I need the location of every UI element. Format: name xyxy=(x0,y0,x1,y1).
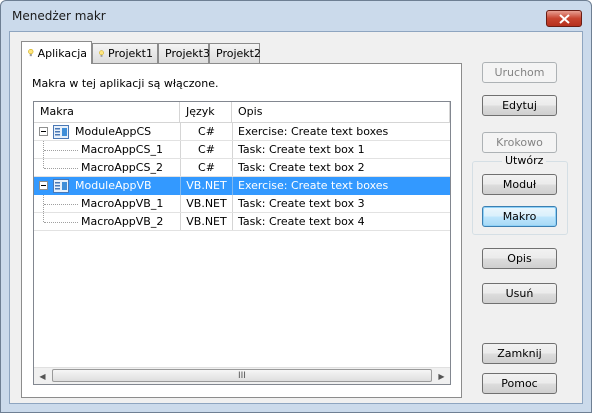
scroll-left-icon[interactable]: ◀ xyxy=(34,368,51,384)
macro-language: VB.NET xyxy=(180,213,232,231)
tab-projekt1[interactable]: Projekt1 xyxy=(92,43,158,63)
tree-connector xyxy=(44,150,78,151)
macro-name: MacroAppVB_1 xyxy=(81,197,164,210)
macro-name: MacroAppCS_1 xyxy=(81,143,163,156)
macro-description: Task: Create text box 1 xyxy=(232,141,450,159)
macro-description: Exercise: Create text boxes xyxy=(232,177,450,195)
list-item-module[interactable]: ModuleAppCS C# Exercise: Create text box… xyxy=(34,123,450,141)
module-icon xyxy=(53,179,69,193)
macro-list[interactable]: Makra Język Opis ModuleAppCS C# Exercise… xyxy=(33,101,451,385)
list-item-macro[interactable]: MacroAppVB_1 VB.NET Task: Create text bo… xyxy=(34,195,450,213)
list-item-module-selected[interactable]: ModuleAppVB VB.NET Exercise: Create text… xyxy=(34,177,450,195)
tab-aplikacja[interactable]: Aplikacja xyxy=(21,41,92,64)
tab-label: Aplikacja xyxy=(37,46,87,60)
macro-language: C# xyxy=(180,159,232,177)
tab-projekt3[interactable]: Projekt3 xyxy=(158,43,210,63)
tree-connector xyxy=(44,222,78,223)
scrollbar-grip: III xyxy=(238,371,246,381)
macro-description: Exercise: Create text boxes xyxy=(232,123,450,141)
macro-language: C# xyxy=(180,141,232,159)
macro-manager-window: Menedżer makr Aplikacja Projekt1 Projekt… xyxy=(0,0,592,413)
list-item-macro[interactable]: MacroAppCS_1 C# Task: Create text box 1 xyxy=(34,141,450,159)
tab-projekt2[interactable]: Projekt2 xyxy=(209,43,261,63)
step-button[interactable]: Krokowo xyxy=(482,132,557,153)
help-button[interactable]: Pomoc xyxy=(482,373,557,394)
tree-connector xyxy=(44,168,78,169)
macro-name: ModuleAppCS xyxy=(75,125,152,138)
column-header-opis[interactable]: Opis xyxy=(232,102,450,122)
scroll-right-icon[interactable]: ▶ xyxy=(433,368,450,384)
macro-name: ModuleAppVB xyxy=(75,179,152,192)
macro-description: Task: Create text box 4 xyxy=(232,213,450,231)
tab-label: Projekt2 xyxy=(216,47,261,60)
tab-panel: Makra w tej aplikacji są włączone. Makra… xyxy=(21,63,462,398)
collapse-icon[interactable] xyxy=(39,181,48,190)
run-button[interactable]: Uruchom xyxy=(482,62,557,83)
macro-description: Task: Create text box 2 xyxy=(232,159,450,177)
macro-language: C# xyxy=(180,123,232,141)
create-module-button[interactable]: Moduł xyxy=(482,174,557,195)
dialog-client-area: Aplikacja Projekt1 Projekt3 Projekt2 Mak… xyxy=(9,31,583,404)
macros-enabled-info: Makra w tej aplikacji są włączone. xyxy=(32,77,219,90)
close-window-button[interactable] xyxy=(546,10,582,27)
horizontal-scrollbar[interactable]: ◀ III ▶ xyxy=(34,367,450,384)
window-title: Menedżer makr xyxy=(12,9,106,23)
create-macro-button[interactable]: Makro xyxy=(482,206,557,227)
edit-button[interactable]: Edytuj xyxy=(482,95,557,116)
tree-connector xyxy=(44,204,78,205)
close-icon xyxy=(558,13,570,24)
macro-name: MacroAppVB_2 xyxy=(81,215,164,228)
macro-name: MacroAppCS_2 xyxy=(81,161,163,174)
tab-label: Projekt1 xyxy=(108,47,153,60)
tab-label: Projekt3 xyxy=(165,47,210,60)
macro-description: Task: Create text box 3 xyxy=(232,195,450,213)
list-item-macro[interactable]: MacroAppVB_2 VB.NET Task: Create text bo… xyxy=(34,213,450,231)
description-button[interactable]: Opis xyxy=(482,248,557,269)
macro-language: VB.NET xyxy=(180,177,232,195)
close-button[interactable]: Zamknij xyxy=(482,343,557,364)
list-item-macro[interactable]: MacroAppCS_2 C# Task: Create text box 2 xyxy=(34,159,450,177)
list-header: Makra Język Opis xyxy=(34,102,450,123)
collapse-icon[interactable] xyxy=(39,127,48,136)
module-icon xyxy=(53,125,69,139)
title-bar[interactable]: Menedżer makr xyxy=(1,1,591,31)
column-header-makra[interactable]: Makra xyxy=(34,102,180,122)
scrollbar-thumb[interactable]: III xyxy=(52,369,432,382)
lightbulb-icon xyxy=(28,49,34,57)
lightbulb-icon xyxy=(99,49,104,57)
column-header-jezyk[interactable]: Język xyxy=(180,102,232,122)
macro-language: VB.NET xyxy=(180,195,232,213)
delete-button[interactable]: Usuń xyxy=(482,283,557,304)
create-group-label: Utwórz xyxy=(502,154,547,167)
